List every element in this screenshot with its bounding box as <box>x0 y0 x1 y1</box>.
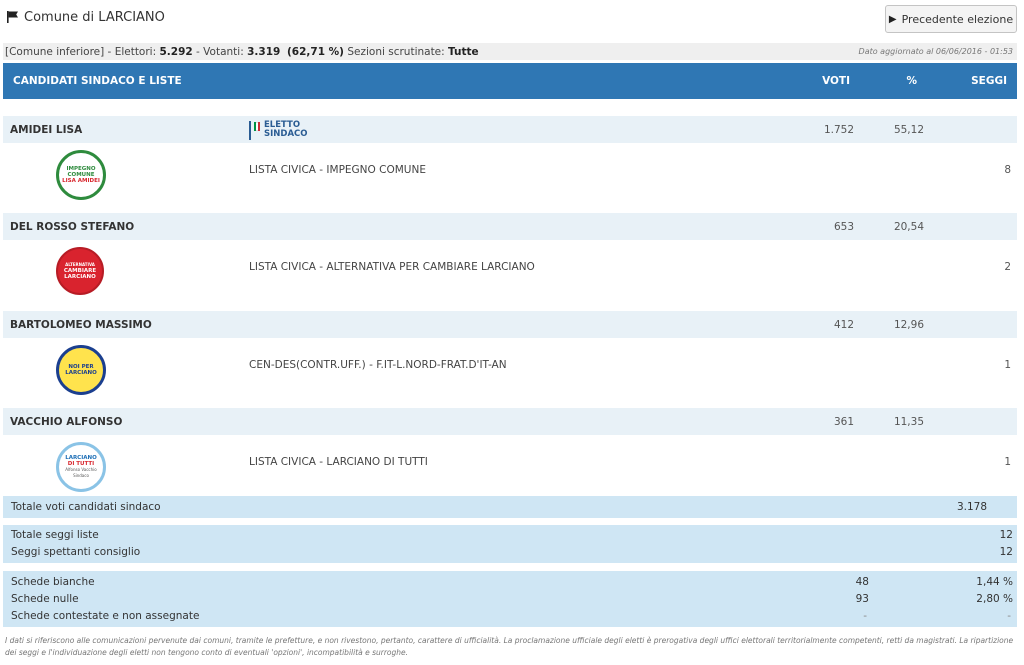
list-name: LISTA CIVICA - LARCIANO DI TUTTI <box>249 456 428 468</box>
previous-election-label: Precedente elezione <box>901 12 1014 26</box>
list-row: IMPEGNO COMUNE LISA AMIDEI LISTA CIVICA … <box>3 143 1017 200</box>
candidate-voti: 1.752 <box>823 123 854 136</box>
votanti-pct: (62,71 %) <box>287 45 344 58</box>
candidate-row: DEL ROSSO STEFANO 653 20,54 <box>3 213 1017 240</box>
info-bar: [Comune inferiore] - Elettori: 5.292 - V… <box>3 43 1017 60</box>
list-seggi: 1 <box>1004 456 1011 468</box>
ballots-summary-box: Schede bianche 48 1,44 % Schede nulle 93… <box>3 571 1017 627</box>
elettori-value: 5.292 <box>159 45 193 58</box>
sezioni-value: Tutte <box>448 45 479 58</box>
null-ballots-label: Schede nulle <box>11 593 79 605</box>
header-pct: % <box>906 75 917 87</box>
list-logo: LARCIANO DI TUTTI Alfonso Vacchio Sindac… <box>56 442 106 492</box>
candidate-pct: 55,12 <box>893 123 924 136</box>
list-row: ALTERNATIVA CAMBIARE LARCIANO LISTA CIVI… <box>3 240 1017 296</box>
sezioni-label: Sezioni scrutinate: <box>347 45 445 58</box>
null-ballots-value: 93 <box>855 593 869 605</box>
council-seats-value: 12 <box>999 546 1013 558</box>
list-logo: NOI PER LARCIANO <box>56 345 106 395</box>
blank-ballots-label: Schede bianche <box>11 576 95 588</box>
candidate-row: BARTOLOMEO MASSIMO 412 12,96 <box>3 311 1017 338</box>
total-votes-box: Totale voti candidati sindaco 3.178 <box>3 496 1017 518</box>
elected-badge-line2: SINDACO <box>264 129 308 139</box>
null-ballots-pct: 2,80 % <box>976 593 1013 605</box>
total-votes-value: 3.178 <box>956 501 987 513</box>
candidate-row: VACCHIO ALFONSO 361 11,35 <box>3 408 1017 435</box>
list-row: NOI PER LARCIANO CEN-DES(CONTR.UFF.) - F… <box>3 338 1017 395</box>
flag-icon <box>7 11 18 23</box>
elettori-label: Elettori: <box>114 45 157 58</box>
list-seggi: 1 <box>1004 359 1011 371</box>
votanti-value: 3.319 <box>247 45 281 58</box>
blank-ballots-pct: 1,44 % <box>976 576 1013 588</box>
total-votes-label: Totale voti candidati sindaco <box>11 501 161 513</box>
list-name: LISTA CIVICA - ALTERNATIVA PER CAMBIARE … <box>249 261 535 273</box>
list-logo: IMPEGNO COMUNE LISA AMIDEI <box>56 150 106 200</box>
candidate-pct: 11,35 <box>893 415 924 428</box>
candidate-name: DEL ROSSO STEFANO <box>10 220 135 233</box>
page-title-row: Comune di LARCIANO <box>6 6 165 28</box>
candidate-voti: 412 <box>833 318 854 331</box>
contested-ballots-label: Schede contestate e non assegnate <box>11 610 200 622</box>
candidate-name: VACCHIO ALFONSO <box>10 415 123 428</box>
council-seats-label: Seggi spettanti consiglio <box>11 546 141 558</box>
candidate-pct: 20,54 <box>893 220 924 233</box>
list-seggi: 2 <box>1004 261 1011 273</box>
scope-label: [Comune inferiore] <box>5 45 105 58</box>
list-seggi: 8 <box>1004 164 1011 176</box>
elected-mayor-badge: ELETTO SINDACO <box>249 120 308 140</box>
candidate-pct: 12,96 <box>893 318 924 331</box>
page-title: Comune di LARCIANO <box>24 9 165 25</box>
header-voti: VOTI <box>822 75 850 87</box>
chevron-right-icon: ▶ <box>888 13 897 25</box>
candidate-voti: 361 <box>833 415 854 428</box>
header-seggi: SEGGI <box>971 75 1007 87</box>
header-candidates: CANDIDATI SINDACO E LISTE <box>13 75 182 87</box>
list-name: LISTA CIVICA - IMPEGNO COMUNE <box>249 164 426 176</box>
candidate-name: AMIDEI LISA <box>10 123 83 136</box>
votanti-label: Votanti: <box>203 45 244 58</box>
previous-election-button[interactable]: ▶ Precedente elezione <box>885 5 1017 33</box>
seats-summary-box: Totale seggi liste 12 Seggi spettanti co… <box>3 525 1017 563</box>
list-logo: ALTERNATIVA CAMBIARE LARCIANO <box>56 247 104 295</box>
contested-ballots-value: - <box>863 610 867 622</box>
blank-ballots-value: 48 <box>855 576 869 588</box>
contested-ballots-pct: - <box>1007 610 1011 622</box>
candidate-name: BARTOLOMEO MASSIMO <box>10 318 152 331</box>
disclaimer-text: I dati si riferiscono alle comunicazioni… <box>5 636 1014 657</box>
candidate-voti: 653 <box>833 220 854 233</box>
italian-flag-icon <box>254 122 260 131</box>
total-seats-label: Totale seggi liste <box>11 529 99 541</box>
updated-timestamp: Dato aggiornato al 06/06/2016 - 01:53 <box>858 47 1013 56</box>
candidate-row: AMIDEI LISA ELETTO SINDACO 1.752 55,12 <box>3 116 1017 143</box>
results-table-header: CANDIDATI SINDACO E LISTE VOTI % SEGGI <box>3 63 1017 99</box>
list-row: LARCIANO DI TUTTI Alfonso Vacchio Sindac… <box>3 435 1017 492</box>
total-seats-value: 12 <box>999 529 1013 541</box>
list-name: CEN-DES(CONTR.UFF.) - F.IT-L.NORD-FRAT.D… <box>249 359 507 371</box>
